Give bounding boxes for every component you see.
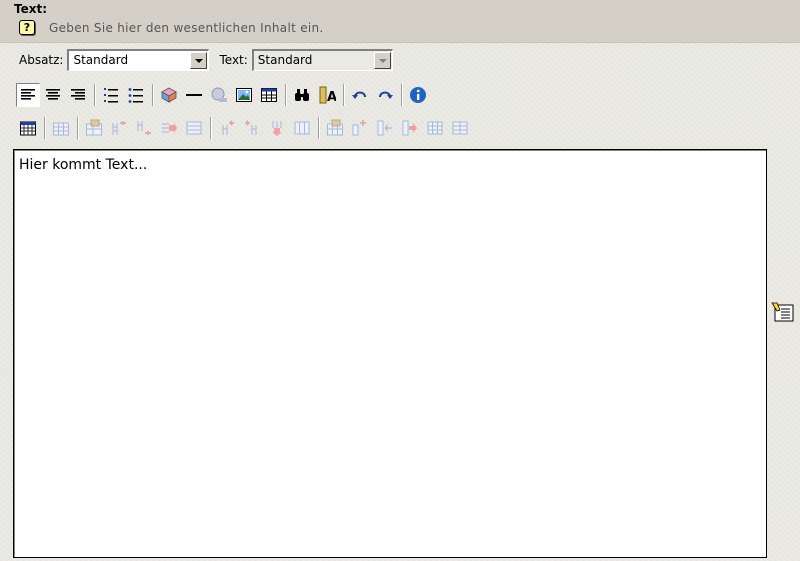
delete-row-icon [272, 121, 282, 136]
text-style-select-value: Standard [257, 53, 313, 67]
insert-column-after-button[interactable] [132, 116, 156, 140]
help-icon[interactable]: ? [19, 20, 35, 35]
text-style-select[interactable]: Standard [251, 49, 393, 71]
unordered-list-button[interactable] [124, 83, 148, 107]
toolbar-table [16, 114, 473, 142]
help-text: Geben Sie hier den wesentlichen Inhalt e… [49, 20, 324, 35]
find-button[interactable] [290, 83, 314, 107]
insert-cell-after-icon [377, 120, 392, 136]
table-grid-button[interactable] [16, 116, 40, 140]
split-cell-icon [294, 121, 310, 135]
merge-right-icon [427, 121, 443, 135]
insert-table-button[interactable] [257, 83, 281, 107]
toolbar-separator [94, 84, 96, 106]
insert-image-icon [236, 88, 252, 102]
text-style-label: Text: [219, 53, 248, 67]
undo-icon [352, 91, 366, 99]
paragraph-select[interactable]: Standard [67, 49, 210, 71]
merge-cells-icon [186, 121, 202, 135]
insert-column-before-button[interactable] [107, 116, 131, 140]
insert-link-button[interactable] [207, 83, 231, 107]
toolbar-separator [152, 84, 154, 106]
edit-note-button[interactable] [771, 301, 795, 323]
insert-object-button[interactable] [157, 83, 181, 107]
insert-row-before-button[interactable] [215, 116, 239, 140]
redo-icon [379, 91, 393, 99]
cell-properties-icon [86, 119, 102, 136]
spellcheck-button[interactable]: A [315, 83, 339, 107]
toolbar-separator [318, 117, 320, 139]
insert-cell-before-icon [352, 120, 366, 136]
align-right-icon [71, 89, 85, 100]
paragraph-label: Absatz: [19, 53, 64, 67]
row-properties-button[interactable] [323, 116, 347, 140]
horizontal-rule-icon [186, 94, 202, 96]
chevron-down-icon[interactable] [190, 52, 208, 69]
merge-cells-button[interactable] [182, 116, 206, 140]
field-label: Text: [14, 2, 48, 16]
note-edit-icon [771, 302, 794, 322]
undo-button[interactable] [348, 83, 372, 107]
insert-column-after-icon [137, 121, 151, 135]
svg-text:A: A [327, 90, 336, 104]
find-icon [295, 89, 309, 101]
insert-object-icon [161, 87, 177, 103]
cell-properties-button[interactable] [82, 116, 106, 140]
format-bar: Absatz: Standard Text: Standard [19, 47, 393, 73]
info-button[interactable] [406, 83, 430, 107]
toolbar-separator [210, 117, 212, 139]
toolbar-separator [44, 117, 46, 139]
insert-row-after-icon [245, 120, 257, 135]
split-row-icon [452, 121, 468, 135]
toolbar-separator [285, 84, 287, 106]
table-grid-icon [20, 121, 36, 136]
delete-row-button[interactable] [265, 116, 289, 140]
ordered-list-icon [104, 88, 118, 103]
delete-column-button[interactable] [157, 116, 181, 140]
ordered-list-button[interactable] [99, 83, 123, 107]
unordered-list-icon [128, 88, 143, 103]
paragraph-select-value: Standard [73, 53, 129, 67]
merge-right-button[interactable] [423, 116, 447, 140]
align-left-icon [21, 89, 35, 100]
insert-table-icon [261, 88, 277, 102]
insert-column-before-icon [112, 121, 126, 135]
delete-cell-button[interactable] [398, 116, 422, 140]
insert-link-icon [211, 87, 227, 102]
help-row: ? Geben Sie hier den wesentlichen Inhalt… [19, 20, 324, 35]
row-properties-icon [327, 119, 343, 136]
toolbar-separator [77, 117, 79, 139]
info-icon [410, 87, 426, 103]
align-center-icon [46, 89, 60, 100]
spellcheck-icon: A [319, 86, 336, 104]
insert-cell-after-button[interactable] [373, 116, 397, 140]
align-left-button[interactable] [16, 83, 40, 107]
rich-text-editor[interactable]: Hier kommt Text... [13, 149, 767, 558]
insert-cell-before-button[interactable] [348, 116, 372, 140]
toolbar-formatting: A [16, 81, 431, 109]
redo-button[interactable] [373, 83, 397, 107]
insert-row-before-icon [222, 120, 234, 135]
table-properties-button[interactable] [49, 116, 73, 140]
delete-cell-icon [402, 120, 417, 136]
horizontal-rule-button[interactable] [182, 83, 206, 107]
align-right-button[interactable] [66, 83, 90, 107]
toolbar-separator [401, 84, 403, 106]
insert-image-button[interactable] [232, 83, 256, 107]
align-center-button[interactable] [41, 83, 65, 107]
split-cell-button[interactable] [290, 116, 314, 140]
split-row-button[interactable] [448, 116, 472, 140]
delete-column-icon [162, 123, 177, 133]
chevron-down-icon[interactable] [373, 52, 391, 69]
toolbar-separator [343, 84, 345, 106]
table-properties-icon [53, 122, 69, 136]
insert-row-after-button[interactable] [240, 116, 264, 140]
